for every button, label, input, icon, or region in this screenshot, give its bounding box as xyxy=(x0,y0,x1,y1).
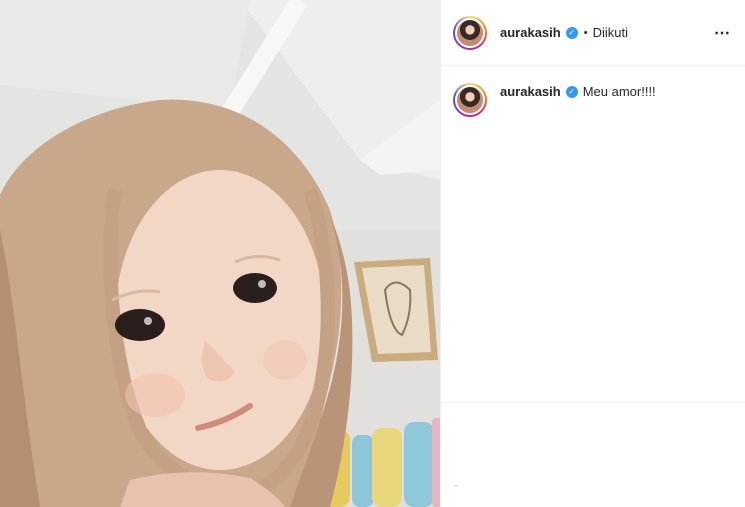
avatar[interactable] xyxy=(453,15,487,50)
post-side-panel: aurakasih ✓ • Diikuti ⋯ aurakasih ✓ Meu … xyxy=(440,0,745,507)
scroll-indicator xyxy=(455,485,457,487)
separator-dot: • xyxy=(583,26,588,39)
more-options-icon[interactable]: ⋯ xyxy=(714,23,731,43)
caption-avatar[interactable] xyxy=(453,83,487,117)
post-photo[interactable] xyxy=(0,0,440,507)
eye-left xyxy=(115,309,165,341)
caption: aurakasih ✓ Meu amor!!!! xyxy=(441,66,745,117)
username-link[interactable]: aurakasih xyxy=(500,25,561,40)
caption-body: aurakasih ✓ Meu amor!!!! xyxy=(500,83,656,100)
verified-badge-icon: ✓ xyxy=(565,26,578,39)
caption-username-link[interactable]: aurakasih xyxy=(500,84,561,100)
caption-verified-badge-icon: ✓ xyxy=(565,86,578,98)
baby-photo-illustration xyxy=(0,0,440,507)
post-header: aurakasih ✓ • Diikuti ⋯ xyxy=(441,0,745,66)
divider xyxy=(441,402,745,403)
eye-right xyxy=(233,273,277,303)
caption-text: Meu amor!!!! xyxy=(582,84,656,99)
follow-status-button[interactable]: Diikuti xyxy=(593,25,628,40)
post-view: aurakasih ✓ • Diikuti ⋯ aurakasih ✓ Meu … xyxy=(0,0,745,507)
